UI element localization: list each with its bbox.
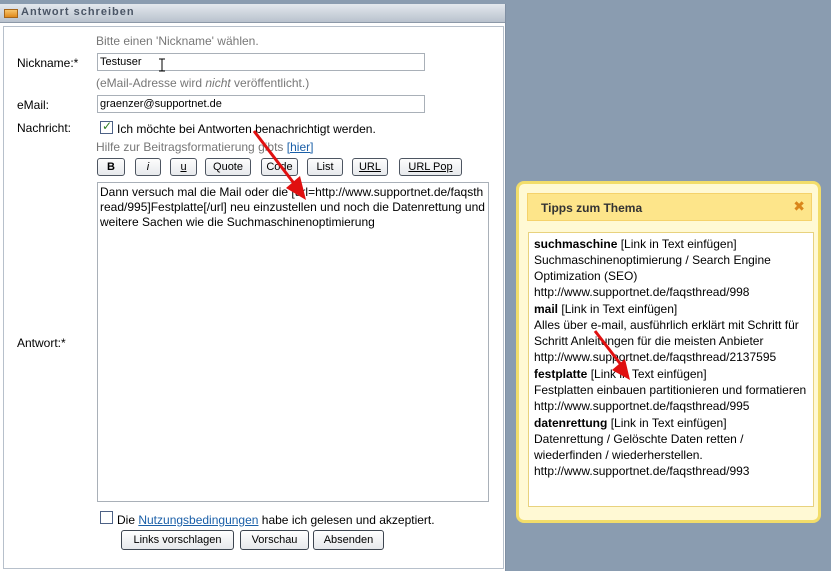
red-arrow-icon (252, 130, 306, 200)
submit-button[interactable]: Absenden (313, 530, 384, 550)
url-pop-button[interactable]: URL Pop (399, 158, 462, 176)
terms-label: Die Nutzungsbedingungen habe ich gelesen… (117, 513, 435, 527)
nickname-input[interactable]: Testuser (97, 53, 425, 71)
url-button[interactable]: URL (352, 158, 388, 176)
tip-description: Datenrettung / Gelöschte Daten retten / … (534, 432, 744, 462)
quote-button[interactable]: Quote (205, 158, 251, 176)
text-cursor-icon (159, 58, 165, 72)
tip-description: Alles über e-mail, ausführlich erklärt m… (534, 318, 799, 348)
folder-icon (4, 9, 18, 18)
reply-panel: Antwort schreiben Bitte einen 'Nickname'… (0, 4, 506, 571)
tip-item-suchmaschine: suchmaschine [Link in Text einfügen] Suc… (534, 236, 808, 300)
suggest-links-button[interactable]: Links vorschlagen (121, 530, 234, 550)
nickname-label: Nickname:* (17, 56, 79, 70)
reply-form: Bitte einen 'Nickname' wählen. Nickname:… (3, 26, 504, 569)
nickname-hint: Bitte einen 'Nickname' wählen. (96, 34, 259, 48)
insert-link-action[interactable]: [Link in Text einfügen] (611, 416, 727, 430)
tip-keyword: mail (534, 302, 559, 316)
underline-button[interactable]: u (170, 158, 197, 176)
tips-header: Tipps zum Thema ✖ (527, 193, 812, 221)
preview-button[interactable]: Vorschau (240, 530, 309, 550)
close-icon[interactable]: ✖ (793, 198, 805, 215)
tips-title: Tipps zum Thema (541, 201, 643, 215)
italic-button[interactable]: i (135, 158, 161, 176)
tip-url[interactable]: http://www.supportnet.de/faqsthread/998 (534, 285, 749, 299)
tip-keyword: suchmaschine (534, 237, 618, 251)
notify-checkbox[interactable] (100, 119, 113, 134)
screen: Antwort schreiben Bitte einen 'Nickname'… (0, 0, 831, 571)
bold-button[interactable]: B (97, 158, 125, 176)
notify-label: Ich möchte bei Antworten benachrichtigt … (117, 122, 376, 136)
tip-item-datenrettung: datenrettung [Link in Text einfügen] Dat… (534, 415, 808, 479)
insert-link-action[interactable]: [Link in Text einfügen] (621, 237, 737, 251)
red-arrow-icon-tips (593, 330, 630, 380)
tip-url[interactable]: http://www.supportnet.de/faqsthread/993 (534, 464, 749, 478)
tip-url[interactable]: http://www.supportnet.de/faqsthread/995 (534, 399, 749, 413)
tip-keyword: festplatte (534, 367, 588, 381)
tip-url[interactable]: http://www.supportnet.de/faqsthread/2137… (534, 350, 776, 364)
email-input[interactable]: graenzer@supportnet.de (97, 95, 425, 113)
panel-header: Antwort schreiben (0, 4, 505, 23)
tip-description: Suchmaschinenoptimierung / Search Engine… (534, 253, 771, 283)
tip-description: Festplatten einbauen partitionieren und … (534, 383, 807, 397)
insert-link-action[interactable]: [Link in Text einfügen] (561, 302, 677, 316)
terms-link[interactable]: Nutzungsbedingungen (138, 513, 258, 527)
tips-list: suchmaschine [Link in Text einfügen] Suc… (528, 232, 814, 507)
tip-item-festplatte: festplatte [Link in Text einfügen] Festp… (534, 366, 808, 414)
message-label: Nachricht: (17, 121, 72, 135)
terms-checkbox[interactable] (100, 511, 113, 524)
tip-keyword: datenrettung (534, 416, 608, 430)
panel-title: Antwort schreiben (21, 6, 135, 18)
email-hint: (eMail-Adresse wird nicht veröffentlicht… (96, 76, 310, 90)
answer-label: Antwort:* (17, 336, 66, 350)
answer-textarea[interactable]: Dann versuch mal die Mail oder die [url=… (97, 182, 489, 502)
tip-item-mail: mail [Link in Text einfügen] Alles über … (534, 301, 808, 365)
email-label: eMail: (17, 98, 50, 112)
tips-panel: Tipps zum Thema ✖ suchmaschine [Link in … (516, 181, 821, 523)
